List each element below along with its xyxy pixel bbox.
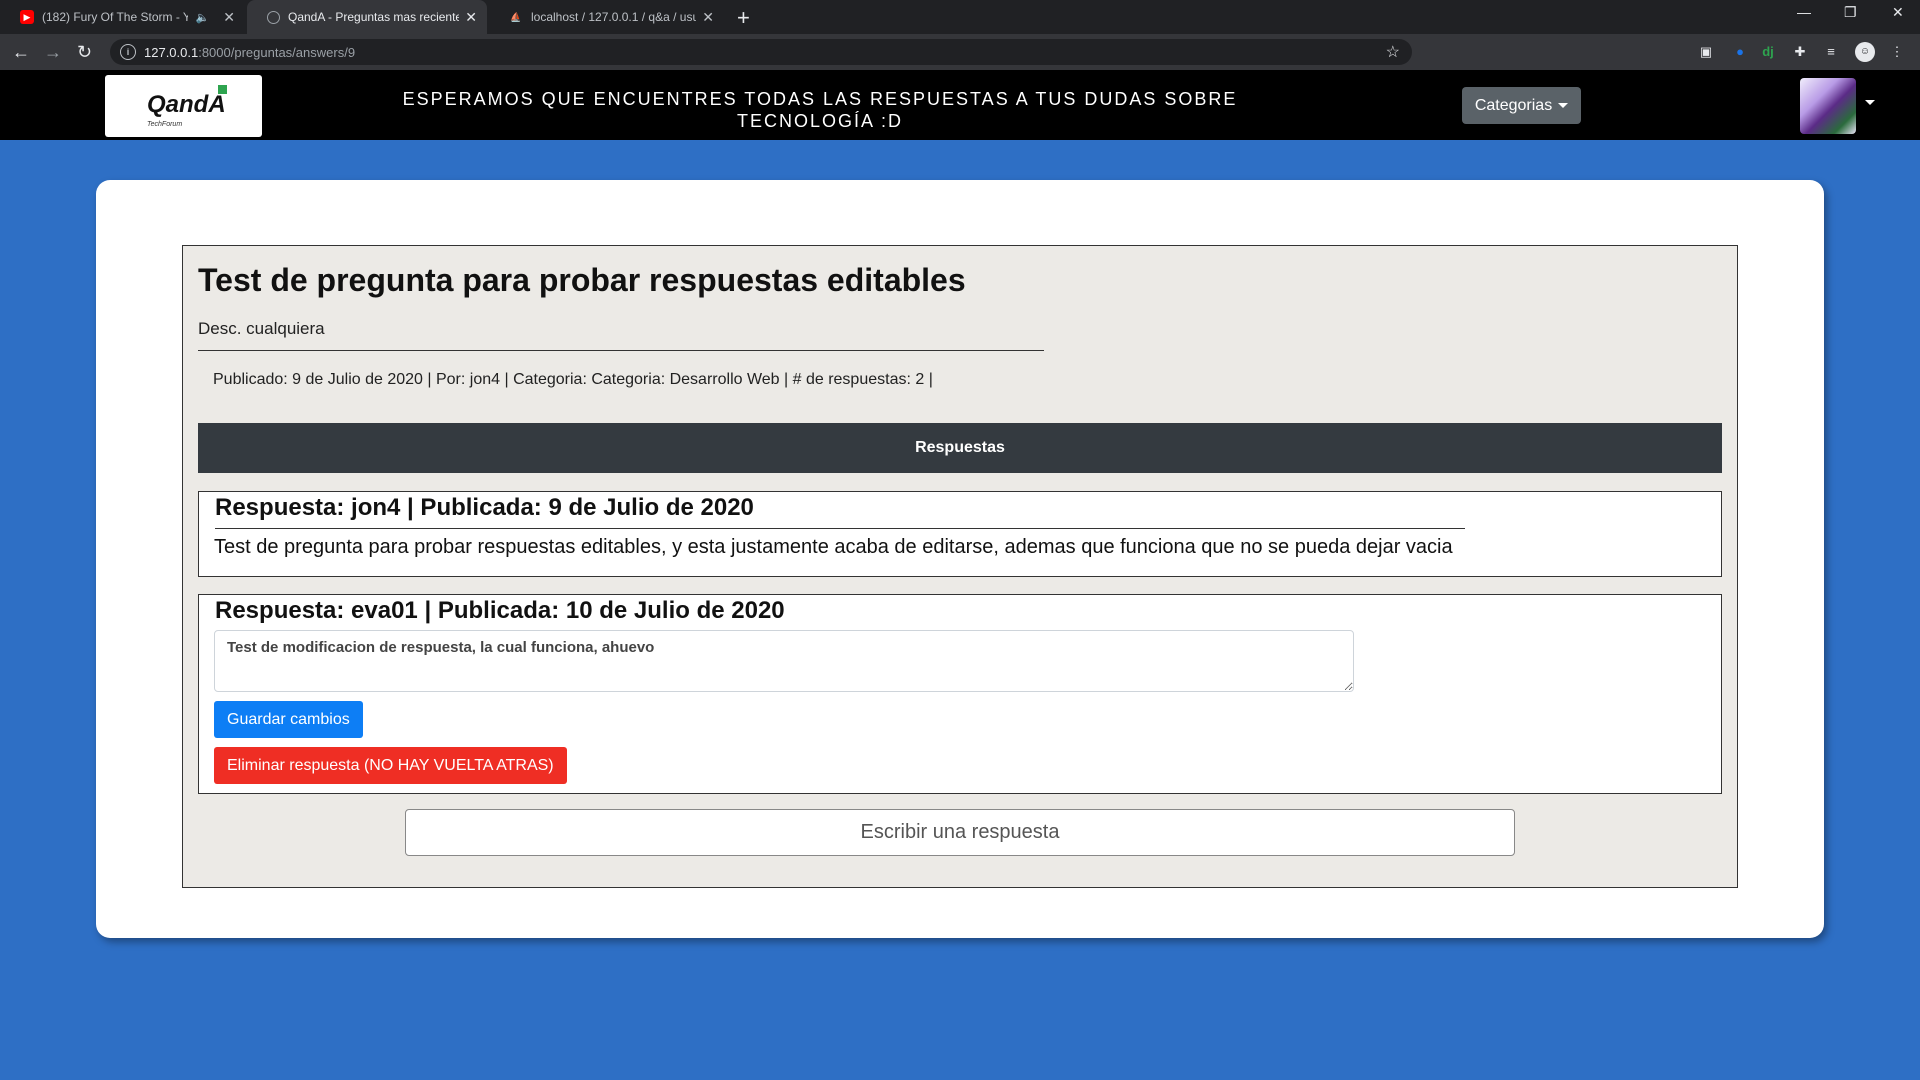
question-description: Desc. cualquiera [198, 319, 325, 338]
browser-tab-youtube[interactable]: ▶ (182) Fury Of The Storm - Yo 🔈 ✕ [0, 0, 245, 34]
media-queue-icon[interactable]: ≡ [1821, 42, 1841, 62]
chevron-down-icon [1558, 103, 1569, 108]
question-meta: Publicado: 9 de Julio de 2020 | Por: jon… [213, 371, 933, 388]
user-menu-caret-icon[interactable] [1865, 100, 1875, 105]
divider [215, 528, 1465, 529]
youtube-icon: ▶ [20, 10, 34, 24]
restore-icon[interactable]: ❐ [1844, 4, 1857, 21]
logo-text: QandA [147, 91, 226, 118]
url-path: :8000/preguntas/answers/9 [198, 44, 356, 60]
site-logo[interactable]: QandA TechForum [105, 75, 262, 137]
answer-heading: Respuesta: eva01 | Publicada: 10 de Juli… [215, 597, 785, 624]
site-header: QandA TechForum Esperamos que encuentres… [0, 70, 1920, 140]
logo-mark-icon [218, 85, 227, 94]
avatar[interactable] [1800, 78, 1856, 134]
delete-answer-button[interactable]: Eliminar respuesta (NO HAY VUELTA ATRAS) [214, 747, 567, 784]
divider [198, 350, 1044, 351]
close-tab-icon[interactable]: ✕ [465, 9, 477, 26]
url-host: 127.0.0.1 [144, 44, 199, 60]
puzzle-icon[interactable]: ✚ [1790, 42, 1810, 62]
menu-icon[interactable]: ⋮ [1887, 42, 1907, 62]
browser-toolbar: ← → ↻ i 127.0.0.1:8000/preguntas/answers… [0, 34, 1920, 70]
phpmyadmin-icon: ⛵ [510, 11, 522, 22]
answers-header-label: Respuestas [915, 439, 1005, 456]
bookmark-star-icon[interactable]: ☆ [1386, 42, 1400, 62]
globe-icon [267, 10, 280, 24]
answer-heading: Respuesta: jon4 | Publicada: 9 de Julio … [215, 494, 754, 521]
browser-tab-phpmyadmin[interactable]: ⛵ localhost / 127.0.0.1 / q&a / usua ✕ [489, 0, 724, 34]
reload-icon[interactable]: ↻ [77, 42, 92, 63]
close-tab-icon[interactable]: ✕ [702, 9, 714, 26]
extension-square-icon[interactable]: ▣ [1696, 42, 1716, 62]
browser-tabstrip: ▶ (182) Fury Of The Storm - Yo 🔈 ✕ QandA… [0, 0, 1920, 34]
speaker-icon[interactable]: 🔈 [196, 11, 210, 24]
close-window-icon[interactable]: ✕ [1892, 4, 1904, 21]
profile-icon[interactable]: ☺ [1855, 42, 1875, 62]
question-title: Test de pregunta para probar respuestas … [198, 262, 966, 298]
write-answer-button[interactable]: Escribir una respuesta [405, 809, 1515, 856]
answer-body: Test de pregunta para probar respuestas … [214, 536, 1453, 558]
answer-edit-textarea[interactable]: Test de modificacion de respuesta, la cu… [214, 630, 1354, 692]
categories-label: Categorias [1474, 96, 1553, 114]
answer-card-editable: Respuesta: eva01 | Publicada: 10 de Juli… [198, 594, 1722, 794]
back-icon[interactable]: ← [12, 42, 30, 63]
save-changes-button[interactable]: Guardar cambios [214, 701, 363, 738]
forward-icon[interactable]: → [44, 42, 62, 63]
question-card: Test de pregunta para probar respuestas … [182, 245, 1738, 888]
close-tab-icon[interactable]: ✕ [223, 9, 235, 26]
logo-subtext: TechForum [147, 121, 183, 128]
django-extension-icon[interactable]: dj [1758, 42, 1778, 62]
new-tab-icon[interactable]: + [737, 5, 750, 31]
minimize-icon[interactable]: — [1797, 4, 1811, 20]
site-tagline: Esperamos que encuentres todas las respu… [402, 89, 1238, 131]
address-bar[interactable]: i 127.0.0.1:8000/preguntas/answers/9 ☆ [110, 39, 1412, 65]
categories-dropdown-button[interactable]: Categorias [1462, 87, 1581, 124]
extension-dot-icon[interactable]: ● [1730, 42, 1750, 62]
answers-header: Respuestas [198, 423, 1722, 473]
info-icon[interactable]: i [120, 44, 136, 60]
browser-tab-qanda[interactable]: QandA - Preguntas mas recientes ✕ [247, 0, 487, 34]
answer-card: Respuesta: jon4 | Publicada: 9 de Julio … [198, 491, 1722, 577]
